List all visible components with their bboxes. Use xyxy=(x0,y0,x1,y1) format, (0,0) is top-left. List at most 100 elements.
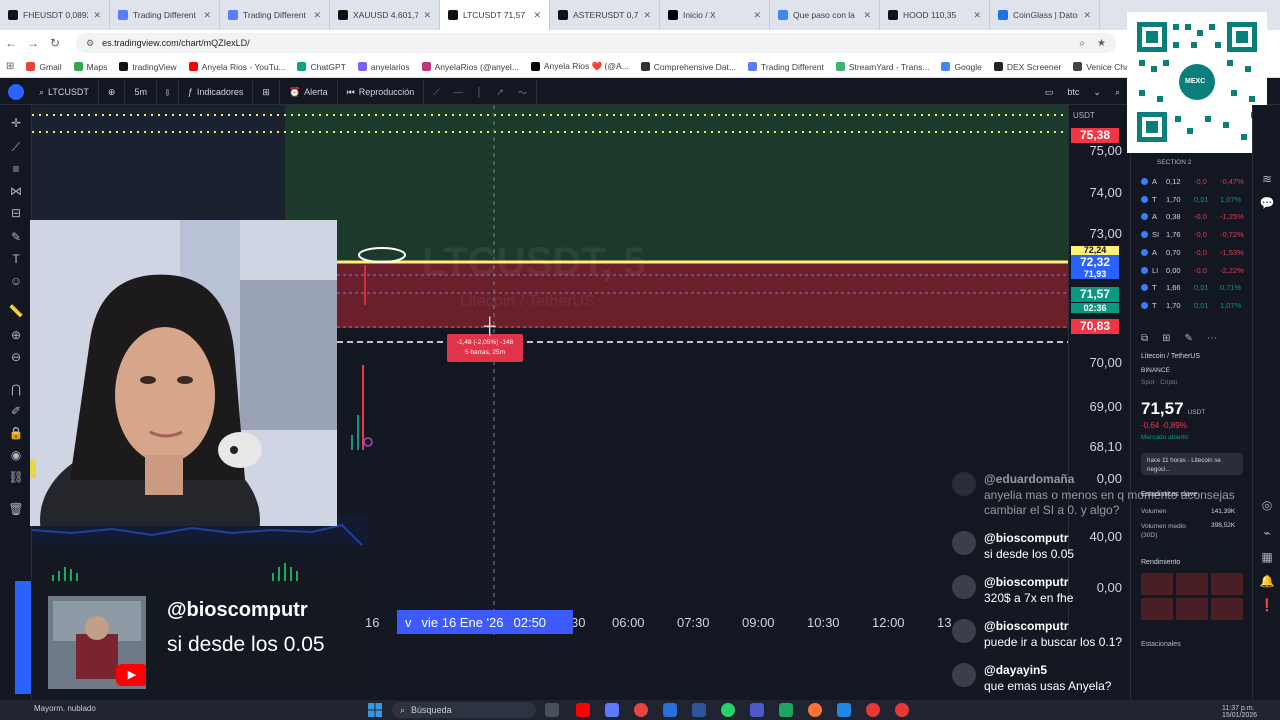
chat-icon[interactable]: 💬 xyxy=(1259,195,1275,211)
indicators-button[interactable]: ƒ Indicadores xyxy=(179,79,254,105)
browser-tab[interactable]: Que paso con la ✕ xyxy=(770,0,880,30)
watchlist-row[interactable]: A 0,38 -0,0 -1,25% xyxy=(1141,212,1248,221)
compare-button[interactable]: ⊕ xyxy=(99,79,126,105)
close-icon[interactable]: ✕ xyxy=(973,10,981,21)
eye-icon[interactable]: ◉ xyxy=(8,447,24,463)
trash-icon[interactable]: 🗑 xyxy=(8,501,24,517)
more-icon[interactable]: ⋯ xyxy=(1207,333,1217,344)
edge-icon[interactable] xyxy=(779,703,793,717)
alert-button[interactable]: ⏰ Alerta xyxy=(280,79,338,105)
brush-icon[interactable]: ✎ xyxy=(8,229,24,245)
taskbar-search-input[interactable]: ⌕ Búsqueda xyxy=(392,702,536,718)
bookmark-item[interactable]: ChatGPT xyxy=(297,62,346,72)
search-icon[interactable]: ⌕ xyxy=(1115,87,1120,98)
performance-cell[interactable] xyxy=(1176,573,1208,595)
asset-name[interactable]: Litecoin / TetherUS xyxy=(1141,353,1200,360)
forward-icon[interactable]: → xyxy=(22,36,44,50)
close-icon[interactable]: ✕ xyxy=(1083,10,1091,21)
edit-icon[interactable]: ✎ xyxy=(1185,333,1193,344)
url-input[interactable]: ⚙ es.tradingview.com/chart/mQZIexLD/ ⌕ ★ xyxy=(76,33,1116,53)
zoom-icon[interactable]: ⌕ xyxy=(1079,38,1085,49)
templates-button[interactable]: ⊞ xyxy=(253,79,280,105)
bookmark-item[interactable]: Anyela Rios - YouTu... xyxy=(188,62,285,72)
bookmark-item[interactable]: StreamYard - Trans... xyxy=(835,62,929,72)
event-marker-icon[interactable] xyxy=(363,437,373,447)
watchlist-row[interactable]: A 0,70 -0,0 -1,53% xyxy=(1141,248,1248,257)
symbol-search-button[interactable]: ⌕ LTCUSDT xyxy=(30,79,99,105)
close-icon[interactable]: ✕ xyxy=(203,10,211,21)
browser-tab[interactable]: Trading Different ✕ xyxy=(220,0,330,30)
forecast-icon[interactable]: ⊟ xyxy=(8,205,24,221)
apps-grid-icon[interactable]: ⊞ xyxy=(6,61,14,72)
watchlist-row[interactable]: A 0,12 -0,0 -0,47% xyxy=(1141,177,1248,186)
bookmark-item[interactable]: Google xyxy=(941,62,982,72)
weather-text[interactable]: Mayorm. nublado xyxy=(34,704,96,713)
chrome-active-icon[interactable] xyxy=(866,703,880,717)
emoji-icon[interactable]: ☺ xyxy=(8,273,24,289)
bookmark-item[interactable]: AnyelaRios (@anyel... xyxy=(421,62,519,72)
browser-tab[interactable]: HOOD 110,35 ✕ xyxy=(880,0,990,30)
watchlist-row[interactable]: T 1,66 0,01 0,71% xyxy=(1141,283,1248,292)
close-icon[interactable]: ✕ xyxy=(423,10,431,21)
close-icon[interactable]: ✕ xyxy=(753,10,761,21)
news-item[interactable]: hace 11 horas · Litecoin se negoci... xyxy=(1141,453,1243,475)
link-icon[interactable]: ⛓ xyxy=(8,469,24,485)
layers-icon[interactable]: ≋ xyxy=(1259,171,1275,187)
close-icon[interactable]: ✕ xyxy=(313,10,321,21)
site-info-icon[interactable]: ⚙ xyxy=(86,38,94,49)
task-view-icon[interactable] xyxy=(545,703,559,717)
text-icon[interactable]: T xyxy=(8,251,24,267)
youtube-icon[interactable] xyxy=(576,703,590,717)
bookmark-star-icon[interactable]: ★ xyxy=(1097,38,1106,49)
close-icon[interactable]: ✕ xyxy=(863,10,871,21)
watchlist-row[interactable]: T 1,70 0,01 1,07% xyxy=(1141,195,1248,204)
app-icon[interactable] xyxy=(837,703,851,717)
alert-icon[interactable]: ❗ xyxy=(1259,597,1275,613)
bookmark-item[interactable]: Trading Different xyxy=(747,62,824,72)
browser-tab-active[interactable]: LTCUSDT 71,57 ✕ xyxy=(440,0,550,30)
details-icon[interactable]: ⧉ xyxy=(1141,333,1148,344)
app-icon[interactable] xyxy=(663,703,677,717)
performance-cell[interactable] xyxy=(1176,598,1208,620)
interval-button[interactable]: 5m xyxy=(125,79,157,105)
trendline-icon[interactable]: ⟋ xyxy=(433,87,439,98)
bell-icon[interactable]: 🔔 xyxy=(1259,573,1275,589)
btc-label[interactable]: btc xyxy=(1067,87,1079,97)
hline-icon[interactable]: — xyxy=(454,87,463,97)
firefox-icon[interactable] xyxy=(808,703,822,717)
teams-icon[interactable] xyxy=(750,703,764,717)
close-icon[interactable]: ✕ xyxy=(93,10,101,21)
bookmark-item[interactable]: Gmail xyxy=(26,62,62,72)
browser-tab[interactable]: Trading Different ✕ xyxy=(110,0,220,30)
browser-tab[interactable]: ASTERUSDT 0,707 ✕ xyxy=(550,0,660,30)
path-icon[interactable]: 〜 xyxy=(518,86,527,99)
bookmark-item[interactable]: Comprehensive Dat... xyxy=(640,62,736,72)
chrome-icon[interactable] xyxy=(895,703,909,717)
trendline-icon[interactable]: ⟋ xyxy=(8,139,24,155)
calendar-icon[interactable]: ▦ xyxy=(1259,549,1275,565)
price-axis[interactable]: USDT 75,00 74,00 73,00 70,00 69,00 68,10… xyxy=(1068,105,1130,635)
taskbar-clock[interactable]: 11:37 p.m. 15/01/2026 xyxy=(1222,705,1257,719)
magnet-icon[interactable]: ⋂ xyxy=(8,381,24,397)
watchlist-row[interactable]: T 1,70 0,01 1,07% xyxy=(1141,301,1248,310)
lock-icon[interactable]: 🔒 xyxy=(8,425,24,441)
chart-type-button[interactable]: ⫾ xyxy=(157,79,179,105)
browser-tab[interactable]: FHEUSDT 0,08921 ✕ xyxy=(0,0,110,30)
layout-icon[interactable]: ▭ xyxy=(1045,87,1054,98)
target-icon[interactable]: ◎ xyxy=(1259,497,1275,513)
browser-tab[interactable]: CoinGlass | Datos ✕ xyxy=(990,0,1100,30)
performance-cell[interactable] xyxy=(1211,573,1243,595)
chevron-down-icon[interactable]: ⌄ xyxy=(1093,87,1101,98)
ray-icon[interactable]: ↗ xyxy=(496,87,504,98)
chrome-icon[interactable] xyxy=(634,703,648,717)
bookmark-item[interactable]: anyelarios xyxy=(357,62,410,72)
pulse-icon[interactable]: ⌁ xyxy=(1259,525,1275,541)
zoom-out-icon[interactable]: ⊖ xyxy=(8,349,24,365)
ruler-icon[interactable]: 📏 xyxy=(8,303,24,319)
tradingview-logo-icon[interactable] xyxy=(8,84,24,100)
grid-icon[interactable]: ⊞ xyxy=(1162,333,1170,344)
pencil-lock-icon[interactable]: ✐ xyxy=(8,403,24,419)
windows-start-icon[interactable] xyxy=(367,702,383,718)
close-icon[interactable]: ✕ xyxy=(643,10,651,21)
vline-icon[interactable]: │ xyxy=(477,87,483,97)
